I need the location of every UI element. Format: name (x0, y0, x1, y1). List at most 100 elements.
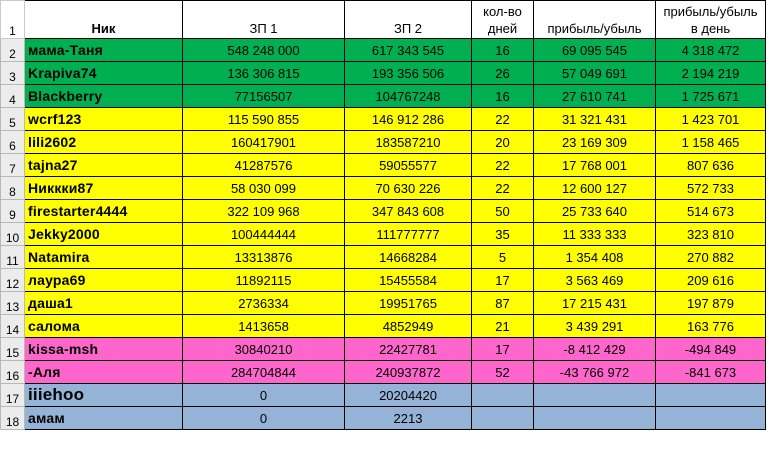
cell-zp1[interactable]: 322 109 968 (182, 199, 345, 223)
header-zp2[interactable]: ЗП 2 (344, 0, 472, 39)
cell-days[interactable]: 5 (471, 245, 534, 269)
cell-zp2[interactable]: 104767248 (344, 84, 472, 108)
cell-zp1[interactable]: 58 030 099 (182, 176, 345, 200)
cell-days[interactable]: 26 (471, 61, 534, 85)
cell-profit-per-day[interactable]: 197 879 (655, 291, 766, 315)
cell-nick[interactable]: даша1 (24, 291, 183, 315)
cell-profit-per-day[interactable]: 572 733 (655, 176, 766, 200)
cell-profit-per-day[interactable]: 1 158 465 (655, 130, 766, 154)
cell-profit[interactable]: 17 215 431 (533, 291, 656, 315)
cell-profit-per-day[interactable]: -841 673 (655, 360, 766, 384)
row-header[interactable]: 7 (0, 153, 25, 177)
row-header[interactable]: 5 (0, 107, 25, 131)
cell-nick[interactable]: Blackberry (24, 84, 183, 108)
row-header[interactable]: 15 (0, 337, 25, 361)
cell-days[interactable]: 22 (471, 107, 534, 131)
row-header[interactable]: 18 (0, 406, 25, 430)
cell-profit[interactable]: 17 768 001 (533, 153, 656, 177)
cell-zp1[interactable]: 30840210 (182, 337, 345, 361)
cell-zp1[interactable]: 0 (182, 406, 345, 430)
cell-profit[interactable]: 3 439 291 (533, 314, 656, 338)
cell-days[interactable]: 17 (471, 268, 534, 292)
cell-days[interactable]: 16 (471, 84, 534, 108)
cell-days[interactable]: 21 (471, 314, 534, 338)
cell-profit-per-day[interactable]: 4 318 472 (655, 38, 766, 62)
cell-days[interactable]: 20 (471, 130, 534, 154)
cell-zp1[interactable]: 0 (182, 383, 345, 407)
cell-profit[interactable]: 12 600 127 (533, 176, 656, 200)
cell-days[interactable] (471, 383, 534, 407)
cell-zp2[interactable]: 19951765 (344, 291, 472, 315)
row-header[interactable]: 2 (0, 38, 25, 62)
cell-profit-per-day[interactable]: 514 673 (655, 199, 766, 223)
cell-days[interactable]: 50 (471, 199, 534, 223)
cell-zp2[interactable]: 70 630 226 (344, 176, 472, 200)
cell-zp1[interactable]: 41287576 (182, 153, 345, 177)
cell-nick[interactable]: lili2602 (24, 130, 183, 154)
cell-nick[interactable]: Natamira (24, 245, 183, 269)
cell-zp2[interactable]: 4852949 (344, 314, 472, 338)
cell-profit-per-day[interactable]: -494 849 (655, 337, 766, 361)
cell-zp1[interactable]: 160417901 (182, 130, 345, 154)
cell-zp1[interactable]: 115 590 855 (182, 107, 345, 131)
cell-zp2[interactable]: 15455584 (344, 268, 472, 292)
row-header[interactable]: 9 (0, 199, 25, 223)
row-header[interactable]: 4 (0, 84, 25, 108)
row-header[interactable]: 16 (0, 360, 25, 384)
cell-days[interactable]: 16 (471, 38, 534, 62)
cell-zp1[interactable]: 11892115 (182, 268, 345, 292)
cell-nick[interactable]: салома (24, 314, 183, 338)
cell-nick[interactable]: tajna27 (24, 153, 183, 177)
cell-nick[interactable]: wcrf123 (24, 107, 183, 131)
cell-profit-per-day[interactable] (655, 383, 766, 407)
cell-days[interactable]: 17 (471, 337, 534, 361)
row-header[interactable]: 13 (0, 291, 25, 315)
cell-profit[interactable]: 3 563 469 (533, 268, 656, 292)
cell-days[interactable]: 22 (471, 153, 534, 177)
cell-days[interactable] (471, 406, 534, 430)
row-header[interactable]: 3 (0, 61, 25, 85)
cell-profit-per-day[interactable]: 2 194 219 (655, 61, 766, 85)
cell-nick[interactable]: kissa-msh (24, 337, 183, 361)
cell-profit[interactable] (533, 383, 656, 407)
cell-nick[interactable]: амам (24, 406, 183, 430)
cell-zp1[interactable]: 136 306 815 (182, 61, 345, 85)
cell-nick[interactable]: iiiehoo (24, 383, 183, 407)
cell-profit-per-day[interactable]: 1 423 701 (655, 107, 766, 131)
cell-days[interactable]: 35 (471, 222, 534, 246)
cell-profit[interactable]: 23 169 309 (533, 130, 656, 154)
header-profit-per-day[interactable]: прибыль/убыль в день (655, 0, 766, 39)
cell-zp1[interactable]: 2736334 (182, 291, 345, 315)
cell-profit-per-day[interactable]: 323 810 (655, 222, 766, 246)
cell-nick[interactable]: Никкки87 (24, 176, 183, 200)
header-days[interactable]: кол-во дней (471, 0, 534, 39)
row-header[interactable]: 1 (0, 0, 25, 39)
cell-zp1[interactable]: 100444444 (182, 222, 345, 246)
cell-profit[interactable]: 27 610 741 (533, 84, 656, 108)
cell-zp2[interactable]: 347 843 608 (344, 199, 472, 223)
header-profit[interactable]: прибыль/убыль (533, 0, 656, 39)
cell-nick[interactable]: Krapiva74 (24, 61, 183, 85)
cell-profit[interactable]: 31 321 431 (533, 107, 656, 131)
cell-profit[interactable]: 11 333 333 (533, 222, 656, 246)
cell-zp1[interactable]: 1413658 (182, 314, 345, 338)
row-header[interactable]: 11 (0, 245, 25, 269)
cell-profit[interactable]: 69 095 545 (533, 38, 656, 62)
row-header[interactable]: 12 (0, 268, 25, 292)
cell-nick[interactable]: -Аля (24, 360, 183, 384)
header-nick[interactable]: Ник (24, 0, 183, 39)
cell-nick[interactable]: лаура69 (24, 268, 183, 292)
cell-profit[interactable]: 1 354 408 (533, 245, 656, 269)
cell-zp2[interactable]: 59055577 (344, 153, 472, 177)
cell-zp1[interactable]: 13313876 (182, 245, 345, 269)
row-header[interactable]: 8 (0, 176, 25, 200)
cell-days[interactable]: 87 (471, 291, 534, 315)
cell-zp2[interactable]: 193 356 506 (344, 61, 472, 85)
cell-zp2[interactable]: 2213 (344, 406, 472, 430)
row-header[interactable]: 17 (0, 383, 25, 407)
cell-zp2[interactable]: 14668284 (344, 245, 472, 269)
cell-profit-per-day[interactable]: 807 636 (655, 153, 766, 177)
cell-profit-per-day[interactable]: 270 882 (655, 245, 766, 269)
cell-zp2[interactable]: 240937872 (344, 360, 472, 384)
cell-profit-per-day[interactable]: 163 776 (655, 314, 766, 338)
